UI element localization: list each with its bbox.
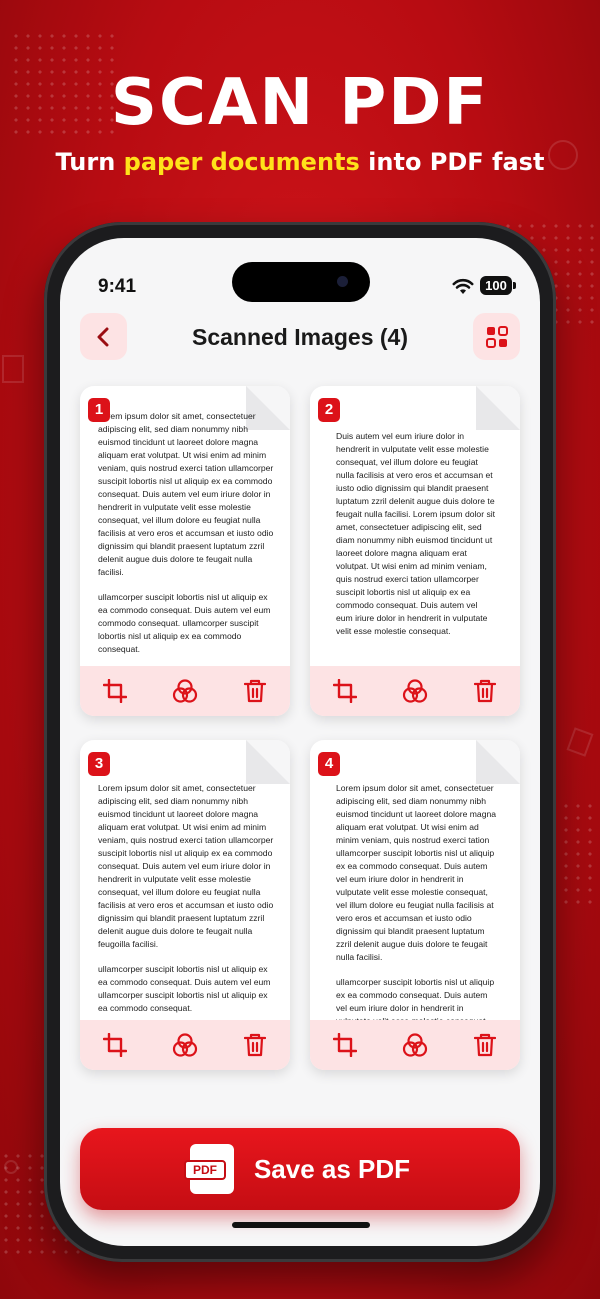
trash-icon	[244, 679, 266, 703]
dynamic-island	[232, 262, 370, 302]
document-paragraph: Lorem ipsum dolor sit amet, consectetuer…	[98, 411, 274, 577]
document-preview: Duis autem vel eum iriure dolor in hendr…	[336, 430, 496, 650]
hero-title: SCAN PDF	[110, 66, 490, 140]
camera-icon	[337, 276, 348, 287]
page-fold-corner	[246, 740, 290, 784]
delete-button[interactable]	[470, 1030, 500, 1060]
crop-icon	[103, 679, 127, 703]
hero-subtitle-post: into PDF fast	[359, 148, 545, 176]
crop-button[interactable]	[100, 1030, 130, 1060]
page-fold-corner	[476, 386, 520, 430]
filter-button[interactable]	[170, 676, 200, 706]
trash-icon	[474, 1033, 496, 1057]
hero-subtitle-highlight: paper documents	[123, 148, 360, 176]
scanned-image-card-2[interactable]: 2 Duis autem vel eum iriure dolor in hen…	[310, 386, 520, 716]
filter-icon	[172, 679, 198, 703]
document-paragraph: Duis autem vel eum iriure dolor in hendr…	[336, 431, 496, 636]
page-number-badge: 2	[318, 398, 340, 422]
phone-screen: 9:41 100 Scanned Images (4) 1 Lorem ipsu…	[60, 238, 540, 1246]
filter-icon	[172, 1033, 198, 1057]
status-bar: 9:41 100	[60, 262, 540, 302]
trash-icon	[474, 679, 496, 703]
document-preview: Lorem ipsum dolor sit amet, consectetuer…	[98, 782, 274, 1027]
page-title: Scanned Images (4)	[191, 324, 409, 350]
document-preview: Lorem ipsum dolor sit amet, consectetuer…	[98, 410, 274, 668]
grid-view-button[interactable]	[473, 313, 520, 360]
wifi-icon	[452, 278, 474, 294]
page-number-badge: 4	[318, 752, 340, 776]
crop-icon	[103, 1033, 127, 1057]
card-actions	[310, 1020, 520, 1070]
page-number-badge: 1	[88, 398, 110, 422]
hero: SCAN PDF Turn paper documents into PDF f…	[0, 66, 600, 176]
save-button-label: Save as PDF	[253, 1153, 411, 1184]
document-paragraph: ullamcorper suscipit lobortis nisl ut al…	[98, 964, 271, 1013]
scanned-image-card-3[interactable]: 3 Lorem ipsum dolor sit amet, consectetu…	[80, 740, 290, 1070]
card-actions	[80, 1020, 290, 1070]
top-nav: Scanned Images (4)	[60, 313, 540, 363]
card-actions	[310, 666, 520, 716]
document-paragraph: ullamcorper suscipit lobortis nisl ut al…	[98, 592, 271, 654]
pdf-icon-label: PDF	[183, 1160, 226, 1180]
crop-button[interactable]	[330, 676, 360, 706]
delete-button[interactable]	[240, 676, 270, 706]
pdf-file-icon: PDF	[183, 1144, 234, 1194]
hero-subtitle-pre: Turn	[55, 148, 124, 176]
battery-indicator: 100	[480, 276, 516, 295]
status-time: 9:41	[98, 276, 137, 297]
background-square	[566, 727, 594, 757]
filter-button[interactable]	[170, 1030, 200, 1060]
scanned-image-card-1[interactable]: 1 Lorem ipsum dolor sit amet, consectetu…	[80, 386, 290, 716]
hero-subtitle: Turn paper documents into PDF fast	[0, 148, 600, 176]
crop-icon	[333, 679, 357, 703]
filter-button[interactable]	[400, 1030, 430, 1060]
delete-button[interactable]	[470, 676, 500, 706]
page-fold-corner	[476, 740, 520, 784]
filter-icon	[402, 679, 428, 703]
delete-button[interactable]	[240, 1030, 270, 1060]
background-square	[2, 355, 24, 383]
crop-icon	[333, 1033, 357, 1057]
document-preview: Lorem ipsum dolor sit amet, consectetuer…	[336, 782, 500, 1040]
crop-button[interactable]	[100, 676, 130, 706]
save-as-pdf-button[interactable]: PDF Save as PDF	[80, 1128, 520, 1210]
phone-frame: 9:41 100 Scanned Images (4) 1 Lorem ipsu…	[44, 222, 556, 1262]
grid-icon	[485, 325, 508, 348]
filter-button[interactable]	[400, 676, 430, 706]
background-circle	[4, 1160, 18, 1174]
card-actions	[80, 666, 290, 716]
page-number-badge: 3	[88, 752, 110, 776]
document-paragraph: Lorem ipsum dolor sit amet, consectetuer…	[336, 783, 497, 962]
scanned-image-card-4[interactable]: 4 Lorem ipsum dolor sit amet, consectetu…	[310, 740, 520, 1070]
document-paragraph: Lorem ipsum dolor sit amet, consectetuer…	[98, 783, 274, 949]
trash-icon	[244, 1033, 266, 1057]
home-indicator	[232, 1222, 370, 1228]
filter-icon	[402, 1033, 428, 1057]
crop-button[interactable]	[330, 1030, 360, 1060]
